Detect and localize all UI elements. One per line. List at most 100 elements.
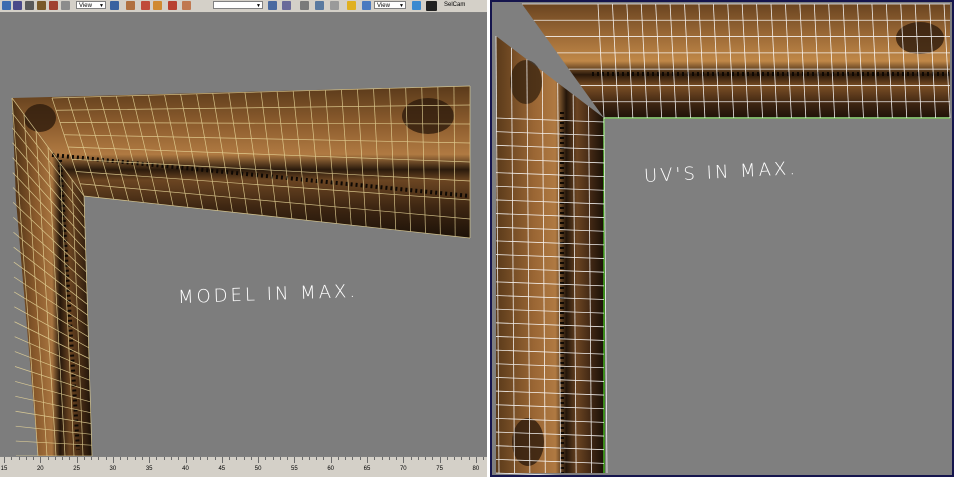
spinner-snap-icon[interactable]	[168, 1, 177, 10]
ruler-tick-mark	[301, 457, 303, 460]
ruler-tick-mark	[149, 457, 151, 463]
ruler-tick-mark	[47, 457, 49, 460]
render-type-value: View	[377, 3, 390, 9]
ruler-tick-mark	[98, 457, 100, 460]
ruler-tick-mark	[439, 457, 441, 463]
ruler-tick-mark	[178, 457, 180, 460]
chevron-down-icon: ▼	[256, 3, 261, 9]
percent-snap-icon[interactable]	[153, 1, 162, 10]
ruler-tick-mark	[461, 457, 463, 460]
ruler-tick-label: 60	[327, 466, 335, 472]
carved-ornament	[24, 104, 56, 132]
ruler-tick-mark	[323, 457, 325, 460]
ruler-tick-mark	[308, 457, 310, 460]
ruler-tick-mark	[475, 457, 477, 463]
ruler-tick-label: 40	[182, 466, 189, 472]
carved-ornament	[512, 418, 544, 466]
ruler-tick-mark	[141, 457, 143, 460]
ruler-tick-mark	[18, 457, 20, 460]
uv-editor-viewport[interactable]: UV'S IN MAX.	[490, 0, 954, 477]
ruler-tick-mark	[483, 457, 485, 460]
ruler-tick-label: 30	[109, 466, 117, 472]
ruler-tick-label: 55	[291, 466, 298, 472]
ruler-tick-mark	[170, 457, 172, 460]
ruler-tick-mark	[345, 457, 347, 460]
pivot-icon[interactable]	[110, 1, 119, 10]
ruler-tick-mark	[396, 457, 398, 460]
camera-label: SelCam	[444, 2, 466, 8]
ruler-tick-mark	[11, 457, 13, 460]
select-region-icon[interactable]	[13, 1, 22, 10]
move-icon[interactable]	[25, 1, 34, 10]
layer-manager-icon[interactable]	[300, 1, 309, 10]
render-setup-icon[interactable]	[362, 1, 371, 10]
ruler-tick-mark	[83, 457, 85, 460]
ruler-tick-mark	[207, 457, 209, 460]
ruler-tick-mark	[265, 457, 267, 460]
ruler-tick-mark	[294, 457, 296, 463]
chevron-down-icon: ▼	[99, 3, 104, 9]
select-icon[interactable]	[2, 1, 11, 10]
ruler-tick-label: 45	[218, 466, 226, 472]
ruler-tick-label: 15	[0, 466, 8, 472]
ruler-tick-mark	[127, 457, 129, 460]
perspective-viewport[interactable]: View ▼ ▼ View ▼ SelCam MODEL IN MAX. 15 2…	[0, 0, 487, 477]
ruler-tick-mark	[388, 457, 390, 460]
ruler-tick-mark	[454, 457, 456, 460]
reference-coordinate-dropdown[interactable]: View ▼	[76, 1, 106, 9]
ruler-tick-mark	[468, 457, 470, 460]
ruler-tick-mark	[403, 457, 405, 463]
align-icon[interactable]	[282, 1, 291, 10]
material-editor-icon[interactable]	[347, 1, 356, 10]
ruler-tick-mark	[359, 457, 361, 460]
ruler-tick-mark	[4, 457, 5, 463]
snap-icon[interactable]	[126, 1, 135, 10]
scale-icon[interactable]	[49, 1, 58, 10]
ruler-tick-mark	[200, 457, 202, 460]
ruler-tick-mark	[374, 457, 376, 460]
ruler-tick-label: 20	[36, 466, 44, 472]
ruler-tick-mark	[134, 457, 136, 460]
timeline-ruler[interactable]: 15 20 25 30 35 40 45 50 55 60 65 70 75 80	[0, 456, 487, 477]
ruler-tick-mark	[221, 457, 223, 463]
ruler-tick-mark	[120, 457, 122, 460]
reference-coordinate-value: View	[79, 3, 92, 9]
ruler-tick-mark	[367, 457, 368, 463]
ruler-tick-mark	[69, 457, 71, 460]
ruler-tick-mark	[156, 457, 158, 460]
frame-model-mesh[interactable]	[0, 0, 487, 477]
ruler-tick-mark	[76, 457, 78, 463]
scale-nonuniform-icon[interactable]	[61, 1, 70, 10]
ruler-tick-mark	[258, 457, 260, 463]
ruler-tick-mark	[446, 457, 448, 460]
ruler-tick-mark	[352, 457, 354, 460]
ruler-tick-label: 75	[436, 466, 443, 472]
ruler-tick-mark	[214, 457, 216, 460]
uv-layout[interactable]	[492, 2, 952, 475]
main-toolbar: View ▼ ▼ View ▼ SelCam	[0, 0, 487, 13]
ruler-tick-mark	[25, 457, 27, 460]
ruler-tick-mark	[112, 457, 114, 463]
ruler-tick-mark	[243, 457, 245, 460]
curve-editor-icon[interactable]	[315, 1, 324, 10]
rotate-icon[interactable]	[37, 1, 46, 10]
schematic-view-icon[interactable]	[330, 1, 339, 10]
ruler-tick-label: 70	[399, 466, 407, 472]
mesh-edge	[495, 472, 561, 475]
ruler-tick-label: 50	[254, 466, 262, 472]
quick-render-icon[interactable]	[412, 1, 421, 10]
ruler-tick-mark	[185, 457, 187, 463]
angle-snap-icon[interactable]	[141, 1, 150, 10]
mirror-icon[interactable]	[268, 1, 277, 10]
ruler-tick-mark	[287, 457, 289, 460]
ruler-tick-label: 65	[363, 466, 371, 472]
ruler-tick-mark	[236, 457, 238, 460]
ruler-tick-label: 80	[472, 466, 480, 472]
camera-icon[interactable]	[426, 1, 437, 11]
named-selection-dropdown[interactable]: ▼	[213, 1, 263, 9]
render-type-dropdown[interactable]: View ▼	[374, 1, 406, 9]
ruler-tick-mark	[410, 457, 412, 460]
ruler-tick-mark	[432, 457, 434, 460]
named-selection-icon[interactable]	[182, 1, 191, 10]
ruler-tick-mark	[229, 457, 231, 460]
